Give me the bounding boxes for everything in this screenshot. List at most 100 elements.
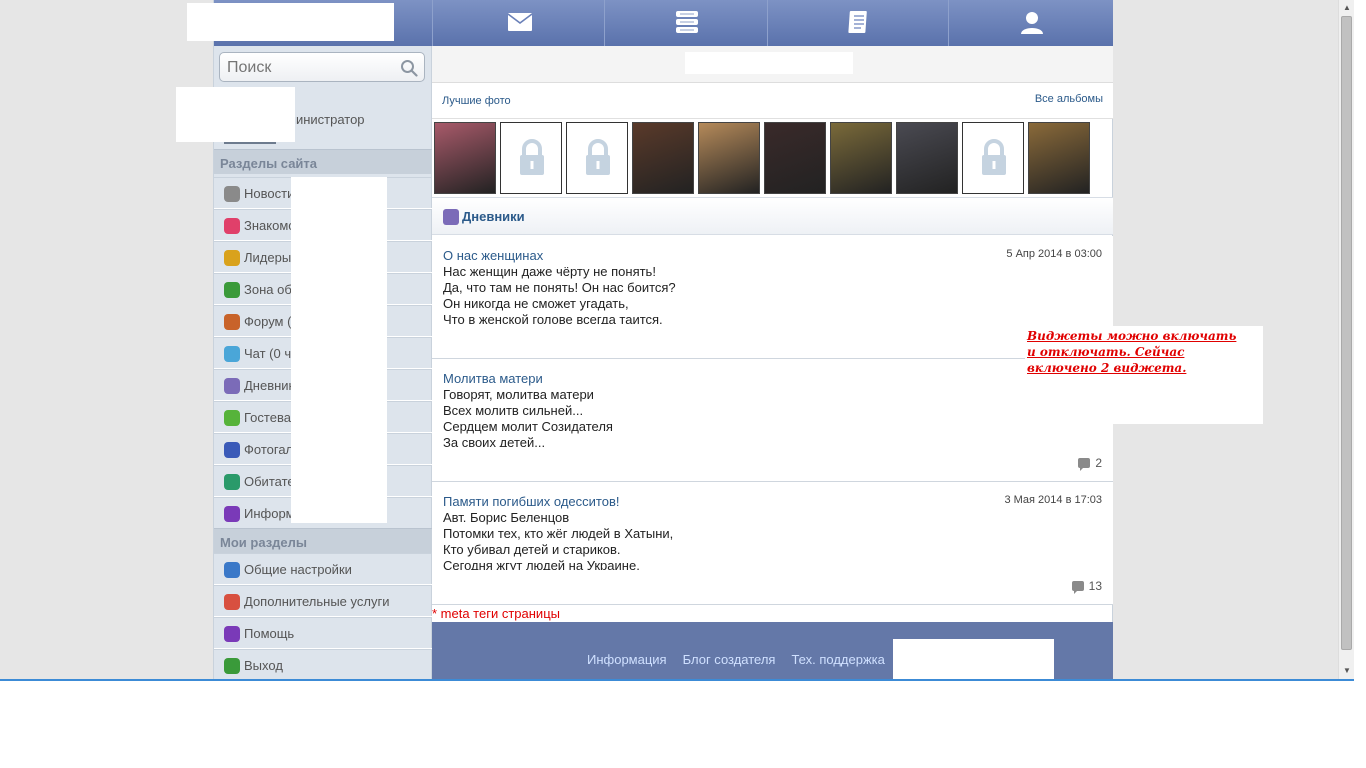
sidebar-my-section-item[interactable]: Дополнительные услуги (214, 585, 432, 617)
diary-post: Молитва матери15 АпГоворят, молитва мате… (432, 359, 1113, 482)
avatar-redaction (176, 87, 295, 142)
user-icon (1021, 12, 1043, 34)
best-photos-link[interactable]: Лучшие фото (442, 95, 511, 107)
post-line: Он никогда не сможет угадать, (443, 296, 629, 311)
nav-messages-button[interactable] (604, 0, 767, 46)
comment-count: 2 (1095, 456, 1102, 470)
nav-notes-button[interactable] (767, 0, 948, 46)
footer-link[interactable]: Информация (587, 652, 667, 667)
post-line: Что в женской голове всегда таится. (443, 312, 663, 324)
heart-icon (224, 218, 240, 234)
post-line: Сердцем молит Созидателя (443, 419, 613, 434)
photo-thumb[interactable] (434, 122, 496, 194)
sidebar-my-section-item[interactable]: Выход (214, 649, 432, 679)
post-line: Всех молитв сильней... (443, 403, 584, 418)
sidebar-site-section-item-label: Лидеры (244, 250, 292, 265)
trophy-icon (224, 250, 240, 266)
post-comments[interactable]: 13 (1071, 579, 1102, 594)
locked-photo-thumb[interactable] (566, 122, 628, 194)
post-date: 3 Мая 2014 в 17:03 (1004, 494, 1102, 506)
counts-redaction (291, 177, 387, 523)
post-line: Нас женщин даже чёрту не понять! (443, 264, 656, 279)
comment-icon (1071, 581, 1084, 594)
notes-icon (848, 11, 867, 33)
post-excerpt: Авт. Борис Беленцов Потомки тех, кто жёг … (443, 510, 1003, 570)
post-comments[interactable]: 2 (1078, 456, 1102, 471)
sidebar-my-section-item[interactable]: Помощь (214, 617, 432, 649)
scroll-thumb[interactable] (1341, 16, 1352, 650)
top-navigation (432, 0, 1113, 46)
camera-icon (224, 442, 240, 458)
post-date: 5 Апр 2014 в 03:00 (1006, 248, 1102, 260)
sidebar-site-section-item-label: Информ (244, 506, 295, 521)
post-line: За своих детей... (443, 435, 546, 447)
sidebar-site-section-item-label: Новости (244, 186, 295, 201)
photo-thumb[interactable] (632, 122, 694, 194)
footer: Информация Блог создателя Тех. поддержка (432, 622, 1113, 679)
photo-strip (434, 122, 1113, 194)
scroll-up-arrow-icon[interactable]: ▲ (1339, 0, 1355, 16)
exit-icon (224, 658, 240, 674)
locked-photo-thumb[interactable] (962, 122, 1024, 194)
nav-mail-button[interactable] (432, 0, 604, 46)
sidebar-site-section-item-label: Знакомс (244, 218, 295, 233)
all-albums-link[interactable]: Все альбомы (1035, 93, 1103, 105)
locked-photo-thumb[interactable] (500, 122, 562, 194)
lock-icon (586, 139, 610, 175)
sidebar-my-section-item-label: Дополнительные услуги (244, 594, 390, 609)
meta-tags-note: * meta теги страницы (432, 606, 560, 621)
title-redaction (685, 52, 853, 74)
chat-icon (224, 346, 240, 362)
window-bottom-border (0, 679, 1354, 681)
photo-thumb[interactable] (698, 122, 760, 194)
best-photos-header: Лучшие фото Все альбомы (432, 83, 1113, 119)
scroll-down-arrow-icon[interactable]: ▼ (1339, 663, 1355, 679)
post-title-link[interactable]: Молитва матери (443, 371, 543, 386)
sidebar-my-section-item-label: Общие настройки (244, 562, 352, 577)
main-content: Лучшие фото Все альбомы Дневники О нас ж… (432, 0, 1113, 679)
services-icon (224, 594, 240, 610)
widgets-callout-text: Виджеты можно включать и отключать. Сейч… (1027, 329, 1237, 375)
logo-redaction (187, 3, 394, 41)
post-excerpt: Говорят, молитва матери Всех молитв сильн… (443, 387, 1003, 447)
people-icon (224, 474, 240, 490)
guestbook-icon (224, 410, 240, 426)
photo-thumb[interactable] (830, 122, 892, 194)
search-input[interactable] (227, 58, 392, 78)
comment-count: 13 (1088, 579, 1102, 593)
sidebar-my-section-item[interactable]: Общие настройки (214, 553, 432, 585)
post-line: Да, что там не понять! Он нас боится? (443, 280, 676, 295)
page-viewport: министратор Разделы сайта Новости Знакомс… (0, 0, 1338, 679)
nav-profile-button[interactable] (948, 0, 1113, 46)
post-line: Говорят, молитва матери (443, 387, 594, 402)
search-icon[interactable] (400, 59, 418, 77)
footer-link[interactable]: Блог создателя (683, 652, 776, 667)
post-line: Сегодня жгут людей на Украине, (443, 558, 640, 570)
footer-link[interactable]: Тех. поддержка (791, 652, 884, 667)
messages-icon (676, 11, 698, 33)
diaries-title[interactable]: Дневники (462, 209, 525, 224)
photo-thumb[interactable] (896, 122, 958, 194)
wrench-icon (224, 562, 240, 578)
photo-thumb[interactable] (1028, 122, 1090, 194)
sidebar-site-section-item-label: Чат (0 ч (244, 346, 292, 361)
diaries-header: Дневники (432, 197, 1113, 235)
search-box[interactable] (219, 52, 425, 82)
sidebar-site-section-item-label: Гостева (244, 410, 291, 425)
news-icon (224, 186, 240, 202)
post-title-link[interactable]: О нас женщинах (443, 248, 543, 263)
help-icon (224, 506, 240, 522)
diary-post: О нас женщинах 5 Апр 2014 в 03:00 Нас женщ… (432, 236, 1113, 359)
sidebar-site-section-item-label: Обитате (244, 474, 295, 489)
lock-icon (982, 139, 1006, 175)
sidebar-my-section-item-label: Помощь (244, 626, 295, 641)
post-line: Потомки тех, кто жёг людей в Хатыни, (443, 526, 674, 541)
vertical-scrollbar[interactable]: ▲ ▼ (1338, 0, 1354, 679)
photo-thumb[interactable] (764, 122, 826, 194)
site-sections-heading: Разделы сайта (214, 149, 432, 174)
sidebar-my-section-item-label: Выход (244, 658, 283, 673)
help-icon (224, 626, 240, 642)
diary-icon (224, 378, 240, 394)
sidebar-site-section-item-label: Дневник (244, 378, 295, 393)
post-title-link[interactable]: Памяти погибших одесситов! (443, 494, 619, 509)
